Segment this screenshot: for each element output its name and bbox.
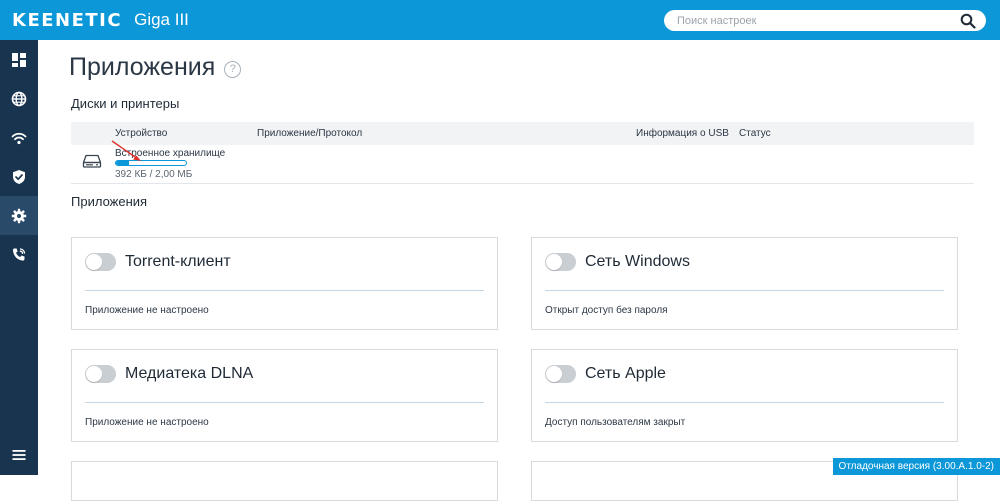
device-model: Giga III [134, 10, 189, 30]
globe-icon [11, 91, 27, 107]
brand[interactable]: KEENETIC Giga III [12, 9, 189, 31]
table-row[interactable]: Встроенное хранилище 392 КБ / 2,00 МБ [71, 145, 974, 184]
wifi-icon [11, 130, 27, 146]
column-app-protocol: Приложение/Протокол [257, 128, 362, 139]
card-divider [545, 402, 944, 403]
disks-section-title: Диски и принтеры [71, 96, 179, 111]
app-card-torrent: Torrent-клиент Приложение не настроено [71, 237, 498, 330]
sidebar-item-dashboard[interactable] [0, 40, 38, 79]
apple-network-toggle[interactable] [545, 365, 576, 383]
sidebar-item-security[interactable] [0, 157, 38, 196]
column-usb-info: Информация о USB [636, 128, 729, 139]
debug-version-badge: Отладочная версия (3.00.A.1.0-2) [833, 458, 1000, 475]
app-card-title[interactable]: Медиатека DLNA [125, 365, 253, 383]
sidebar-item-internet[interactable] [0, 79, 38, 118]
sidebar-menu-button[interactable] [0, 435, 38, 475]
gear-icon [11, 208, 27, 224]
dashboard-icon [11, 52, 27, 68]
app-card-status: Открыт доступ без пароля [545, 305, 668, 316]
torrent-toggle[interactable] [85, 253, 116, 271]
toggle-knob [546, 366, 562, 382]
card-divider [85, 402, 484, 403]
shield-icon [11, 169, 27, 185]
sidebar-item-telephony[interactable] [0, 235, 38, 274]
phone-icon [11, 247, 27, 263]
page-header: Приложения ? [69, 53, 241, 82]
hard-drive-icon [82, 153, 102, 169]
card-divider [545, 290, 944, 291]
search-box [664, 10, 986, 31]
sidebar-item-settings[interactable] [0, 196, 38, 235]
menu-icon [11, 447, 27, 463]
search-input[interactable] [677, 11, 957, 30]
keenetic-logo: KEENETIC [12, 10, 122, 31]
main-content: Приложения ? Диски и принтеры Устройство… [38, 40, 1000, 475]
app-card-title[interactable]: Torrent-клиент [125, 253, 231, 271]
column-status: Статус [739, 128, 771, 139]
dlna-toggle[interactable] [85, 365, 116, 383]
app-card-status: Доступ пользователям закрыт [545, 417, 685, 428]
apps-section-title: Приложения [71, 194, 147, 209]
sidebar [0, 40, 38, 475]
app-card-status: Приложение не настроено [85, 305, 209, 316]
windows-network-toggle[interactable] [545, 253, 576, 271]
toggle-knob [86, 254, 102, 270]
app-card-status: Приложение не настроено [85, 417, 209, 428]
page-title: Приложения [69, 53, 215, 82]
sidebar-item-wifi[interactable] [0, 118, 38, 157]
app-card-partial [71, 461, 498, 501]
disk-size: 392 КБ / 2,00 МБ [115, 169, 192, 180]
column-device: Устройство [115, 128, 167, 139]
app-card-windows-network: Сеть Windows Открыт доступ без пароля [531, 237, 958, 330]
toggle-knob [546, 254, 562, 270]
annotation-arrow-icon [110, 139, 160, 165]
help-icon[interactable]: ? [224, 61, 241, 78]
app-card-title[interactable]: Сеть Windows [585, 253, 690, 271]
toggle-knob [86, 366, 102, 382]
card-divider [85, 290, 484, 291]
search-icon[interactable] [960, 13, 976, 29]
app-card-title[interactable]: Сеть Apple [585, 365, 666, 383]
app-card-apple-network: Сеть Apple Доступ пользователям закрыт [531, 349, 958, 442]
app-card-dlna: Медиатека DLNA Приложение не настроено [71, 349, 498, 442]
disks-table-header: Устройство Приложение/Протокол Информаци… [71, 122, 974, 145]
top-bar: KEENETIC Giga III [0, 0, 1000, 40]
